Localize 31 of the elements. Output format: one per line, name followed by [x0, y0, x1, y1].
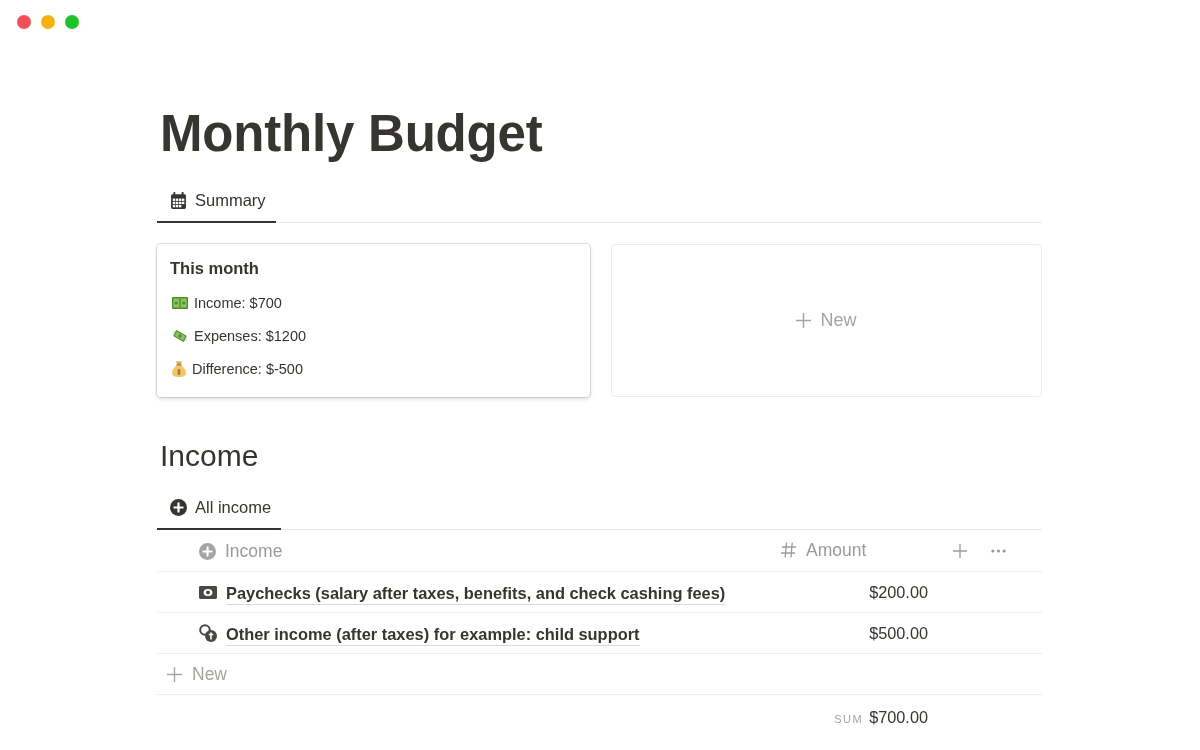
summary-line: Difference: $-500	[192, 360, 303, 377]
row-title-link[interactable]: Other income (after taxes) for example: child support	[226, 623, 640, 646]
zoom-button[interactable]	[65, 15, 79, 29]
view-tab[interactable]: All income	[157, 487, 282, 530]
calendar-icon	[170, 192, 187, 209]
banknotes-icon	[172, 296, 188, 309]
section-heading: Income	[160, 438, 259, 474]
minimize-button[interactable]	[41, 15, 55, 29]
flying-money-icon	[172, 328, 188, 343]
gallery-card[interactable]: This month Income: $700 Expenses: $1200 Difference: $-500	[157, 244, 590, 397]
coins-icon	[199, 624, 217, 642]
plus-circle-icon	[170, 499, 187, 516]
card-title: This month	[170, 258, 259, 279]
row-title-link[interactable]: Paychecks (salary after taxes, benefits, and check cashing fees)	[226, 582, 726, 605]
page-title: Monthly Budget	[160, 104, 543, 164]
summary-line: Income: $700	[194, 294, 282, 311]
view-tab[interactable]: Summary	[157, 180, 276, 223]
amount-cell: $200.00	[869, 582, 928, 602]
plus-icon	[167, 666, 182, 682]
money-bag-icon	[172, 360, 186, 377]
plus-circle-icon	[199, 542, 216, 560]
more-icon[interactable]	[990, 549, 1006, 553]
amount-cell: $500.00	[869, 623, 928, 643]
close-button[interactable]	[17, 15, 31, 29]
plus-icon[interactable]	[952, 544, 967, 558]
hash-icon	[781, 542, 796, 559]
sum-value: $700.00	[869, 707, 928, 727]
banknote-icon	[199, 585, 217, 599]
sum-label: SUM	[834, 712, 864, 725]
summary-line: Expenses: $1200	[194, 327, 307, 344]
plus-icon	[796, 313, 812, 328]
